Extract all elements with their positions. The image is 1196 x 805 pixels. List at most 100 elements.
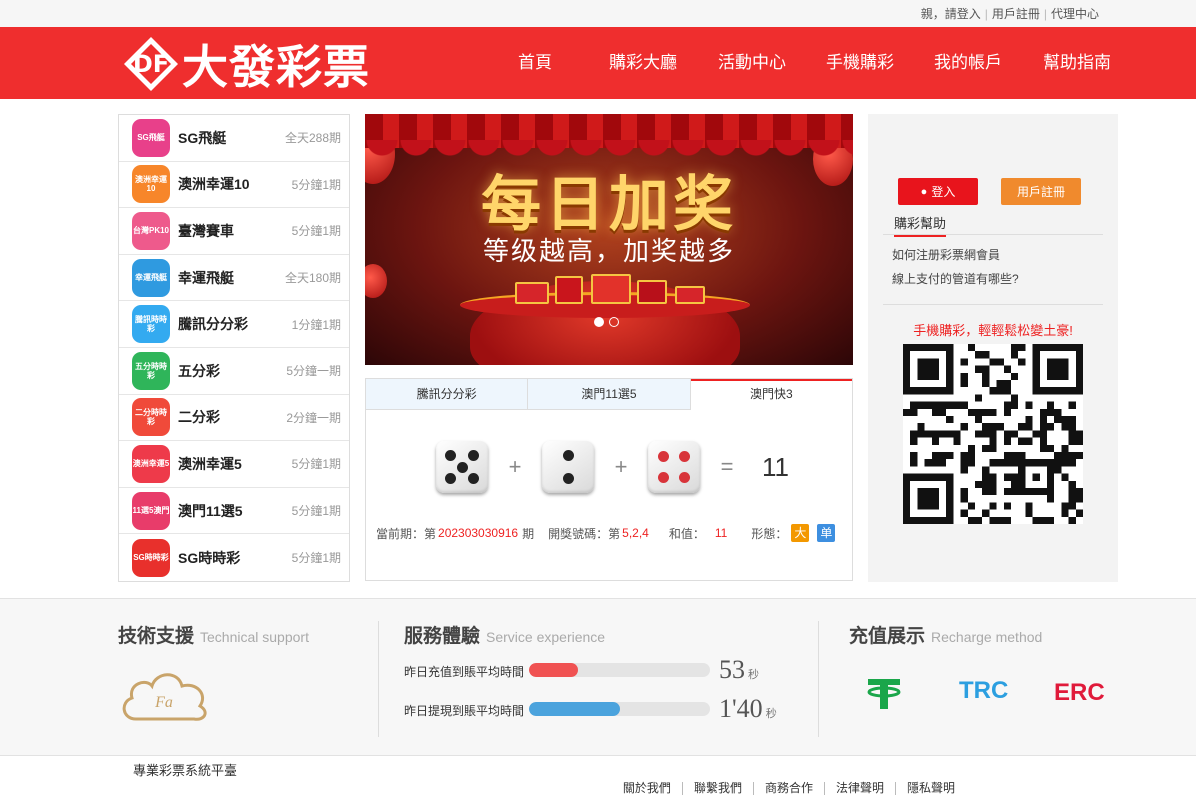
lottery-period: 全天288期 — [284, 131, 341, 146]
deposit-time-fill — [529, 663, 578, 677]
lottery-icon: 台灣PK10 — [132, 211, 170, 250]
lottery-icon: 五分時時彩 — [132, 351, 170, 390]
lottery-icon: 澳洲幸運10 — [132, 165, 170, 204]
login-button-label: 登入 — [931, 185, 956, 199]
footer-link-contact[interactable]: 聯繫我們 — [681, 782, 753, 795]
carousel-dot-2[interactable] — [609, 317, 619, 327]
footer-link-about[interactable]: 關於我們 — [612, 782, 682, 795]
user-icon: ● — [920, 185, 928, 198]
lantern-small-icon — [365, 264, 387, 298]
numbers-label: 開獎號碼：第 — [548, 526, 621, 541]
die-pip — [658, 471, 670, 483]
footer-link-business[interactable]: 商務合作 — [752, 782, 824, 795]
die-1-icon — [436, 441, 488, 493]
period-suffix: 期 — [522, 526, 535, 541]
lottery-item[interactable]: 騰訊時時彩 騰訊分分彩 1分鐘1期 — [119, 301, 349, 348]
nav-home[interactable]: 首頁 — [518, 27, 552, 99]
lottery-name: 五分彩 — [178, 362, 220, 379]
lottery-name: 騰訊分分彩 — [178, 316, 248, 333]
draw-results-panel: 騰訊分分彩 澳門11選5 澳門快3 + + = 11 當前期：第 2023030… — [365, 378, 853, 581]
register-link[interactable]: 用戶註冊 — [988, 7, 1044, 21]
lottery-icon: 騰訊時時彩 — [132, 305, 170, 344]
lottery-icon: 幸運飛艇 — [132, 258, 170, 297]
nav-account[interactable]: 我的帳戶 — [934, 27, 1002, 99]
lottery-name: 澳洲幸運5 — [178, 455, 242, 472]
cloud-logo-icon: Fa — [122, 673, 207, 721]
lottery-period: 5分鐘1期 — [291, 504, 341, 519]
site-logo[interactable]: DF 大發彩票 — [122, 37, 370, 94]
results-tabs: 騰訊分分彩 澳門11選5 澳門快3 — [366, 379, 852, 410]
lottery-item[interactable]: 11選5澳門 澳門11選5 5分鐘1期 — [119, 488, 349, 535]
lottery-name: 幸運飛艇 — [178, 269, 234, 286]
die-pip — [445, 450, 457, 462]
tab-tencent[interactable]: 騰訊分分彩 — [366, 379, 529, 410]
promo-banner[interactable]: 每日加奖 等级越高，加奖越多 — [365, 114, 853, 365]
lottery-list: SG飛艇 SG飛艇 全天288期 澳洲幸運10 澳洲幸運10 5分鐘1期 台灣PK10 臺灣賽… — [118, 114, 350, 582]
divider — [378, 621, 379, 737]
lottery-item[interactable]: 五分時時彩 五分彩 5分鐘一期 — [119, 348, 349, 395]
footer-link-legal[interactable]: 法律聲明 — [823, 782, 895, 795]
help-link-payment[interactable]: 線上支付的管道有哪些? — [892, 270, 1019, 287]
erc-icon: ERC — [1054, 679, 1105, 706]
register-button[interactable]: 用戶註冊 — [1001, 178, 1081, 205]
withdraw-time-unit: 秒 — [765, 708, 777, 720]
die-pip — [467, 472, 479, 484]
lottery-item[interactable]: 幸運飛艇 幸運飛艇 全天180期 — [119, 255, 349, 302]
parity-badge: 单 — [817, 524, 836, 542]
lottery-icon: 澳洲幸運5 — [132, 444, 170, 483]
plus-sign: + — [508, 454, 522, 479]
lottery-item[interactable]: 台灣PK10 臺灣賽車 5分鐘1期 — [119, 208, 349, 255]
lottery-item[interactable]: 澳洲幸運10 澳洲幸運10 5分鐘1期 — [119, 162, 349, 209]
nav-mobile[interactable]: 手機購彩 — [826, 27, 894, 99]
footer-link-privacy[interactable]: 隱私聲明 — [894, 782, 966, 795]
lottery-period: 2分鐘一期 — [286, 410, 341, 425]
login-link[interactable]: 親，請登入 — [917, 7, 985, 21]
lottery-item[interactable]: SG飛艇 SG飛艇 全天288期 — [119, 115, 349, 162]
lottery-item[interactable]: SG時時彩 SG時時彩 5分鐘1期 — [119, 534, 349, 581]
withdraw-time-number: 1'40 — [719, 694, 763, 723]
sum-value: 11 — [714, 526, 728, 540]
tab-macau-k3[interactable]: 澳門快3 — [690, 379, 852, 410]
sum-label: 和值： — [668, 526, 705, 541]
period-label: 當前期：第 — [376, 526, 437, 541]
support-title: 技術支援 Technical support — [118, 621, 309, 648]
lottery-period: 5分鐘一期 — [286, 364, 341, 379]
site-header: DF 大發彩票 首頁 購彩大廳 活動中心 手機購彩 我的帳戶 幫助指南 — [0, 27, 1196, 99]
tab-macau-11x5[interactable]: 澳門11選5 — [528, 379, 691, 410]
lottery-period: 全天180期 — [284, 271, 341, 286]
help-link-register[interactable]: 如何注册彩票網會員 — [892, 246, 1000, 263]
divider — [883, 304, 1103, 305]
mobile-promo-text: 手機購彩，輕輕鬆松變土豪! — [913, 323, 1073, 338]
lottery-item[interactable]: 澳洲幸運5 澳洲幸運5 5分鐘1期 — [119, 441, 349, 488]
main-nav: 首頁 購彩大廳 活動中心 手機購彩 我的帳戶 幫助指南 — [500, 27, 1111, 99]
agent-center-link[interactable]: 代理中心 — [1047, 7, 1103, 21]
qr-code-icon — [903, 344, 1083, 524]
gift-boxes-icon — [495, 274, 715, 304]
lottery-name: 臺灣賽車 — [178, 222, 234, 239]
lottery-period: 5分鐘1期 — [291, 177, 341, 192]
nav-lottery-hall[interactable]: 購彩大廳 — [609, 27, 677, 99]
lottery-name: 澳門11選5 — [178, 502, 243, 519]
lottery-name: 澳洲幸運10 — [178, 176, 250, 193]
lottery-name: 二分彩 — [178, 409, 220, 426]
lottery-period: 5分鐘1期 — [291, 457, 341, 472]
die-pip — [562, 450, 574, 462]
lottery-icon: SG飛艇 — [132, 118, 170, 157]
die-3-icon — [648, 441, 700, 493]
nav-help[interactable]: 幫助指南 — [1043, 27, 1111, 99]
draw-info: 當前期：第 202303030916 期 開獎號碼：第 5,2,4 和值： 11… — [376, 524, 836, 542]
lottery-item[interactable]: 二分時時彩 二分彩 2分鐘一期 — [119, 395, 349, 442]
withdraw-time-label: 昨日提現到賬平均時間 — [404, 704, 525, 718]
lottery-icon: SG時時彩 — [132, 538, 170, 577]
lottery-icon: 二分時時彩 — [132, 398, 170, 437]
login-button[interactable]: ● 登入 — [898, 178, 978, 205]
curtain-scallop — [365, 140, 853, 156]
die-pip — [678, 471, 690, 483]
deposit-time-unit: 秒 — [748, 669, 759, 681]
nav-events[interactable]: 活動中心 — [718, 27, 786, 99]
lottery-period: 5分鐘1期 — [291, 551, 341, 566]
account-panel: ● 登入 用戶註冊 購彩幫助 如何注册彩票網會員 線上支付的管道有哪些? 手機購… — [868, 114, 1118, 582]
deposit-time-number: 53 — [719, 655, 745, 684]
carousel-dot-1[interactable] — [594, 317, 604, 327]
service-title-en: Service experience — [486, 629, 606, 645]
